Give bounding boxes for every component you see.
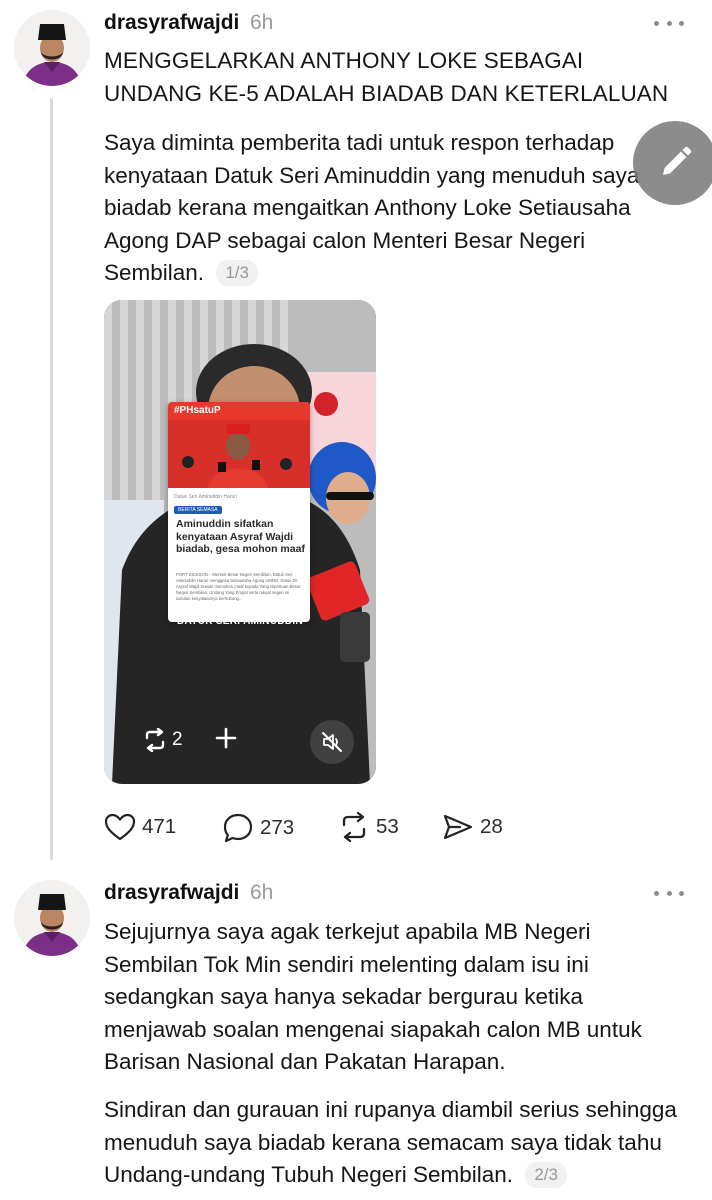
video-repost-count: 2 (172, 729, 183, 750)
heart-icon (104, 813, 136, 841)
news-article-card: #PHsatuP Datuk Seri Aminuddin Harun BERI… (168, 402, 310, 622)
repost-arrows-icon (145, 728, 165, 752)
article-meta: Datuk Seri Aminuddin Harun (174, 494, 238, 500)
speaker-muted-icon (322, 732, 342, 752)
article-photo: #PHsatuP (168, 402, 310, 488)
speech-bubble-icon (223, 813, 253, 843)
page-indicator: 1/3 (216, 260, 258, 286)
avatar[interactable] (14, 880, 90, 956)
post-time: 6h (250, 881, 274, 904)
more-horizontal-icon[interactable] (654, 888, 684, 898)
page-indicator: 2/3 (525, 1162, 567, 1188)
like-button[interactable]: 471 (104, 812, 176, 842)
repost-count: 53 (376, 815, 399, 838)
pencil-icon (663, 146, 692, 175)
article-title: Aminuddin sifatkan kenyataan Asyraf Wajd… (176, 518, 305, 555)
repost-button[interactable]: 53 (338, 812, 399, 842)
article-tag: BERITA SEMASA (174, 506, 222, 514)
paper-plane-icon (443, 814, 473, 840)
article-photo-image (168, 420, 310, 488)
post-actions: 471 273 53 28 (104, 812, 664, 848)
repost-arrows-icon (342, 812, 366, 842)
thread-post: drasyrafwajdi 6h Sejujurnya saya agak te… (0, 866, 712, 1200)
plus-icon[interactable] (214, 726, 238, 755)
post-body-text: Saya diminta pemberita tadi untuk respon… (104, 130, 640, 285)
article-body: PORT DICKSON – Menteri Besar Negeri Semb… (176, 572, 301, 601)
mute-button[interactable] (310, 720, 354, 764)
reply-button[interactable]: 273 (222, 812, 294, 844)
post-body-paragraph: Sindiran dan gurauan ini rupanya diambil… (104, 1094, 684, 1192)
username[interactable]: drasyrafwajdi (104, 11, 239, 35)
reply-count: 273 (260, 816, 295, 839)
post-body-text: Sindiran dan gurauan ini rupanya diambil… (104, 1097, 677, 1187)
post-body: Saya diminta pemberita tadi untuk respon… (104, 127, 684, 290)
avatar[interactable] (14, 10, 90, 86)
post-body-paragraph: Sejujurnya saya agak terkejut apabila MB… (104, 919, 642, 1074)
video-caption: DATUK SERI AMINUDDIN (177, 616, 303, 627)
video-controls: 2 (104, 720, 376, 764)
like-count: 471 (142, 815, 177, 838)
share-button[interactable]: 28 (442, 812, 503, 842)
share-count: 28 (480, 815, 503, 838)
compose-button[interactable] (633, 121, 712, 205)
post-video[interactable]: #PHsatuP Datuk Seri Aminuddin Harun BERI… (104, 300, 376, 784)
post-headline: MENGGELARKAN ANTHONY LOKE SEBAGAI UNDANG… (104, 48, 669, 106)
profile-photo (14, 880, 90, 956)
profile-photo (14, 10, 90, 86)
post-time: 6h (250, 11, 274, 34)
thread-post: drasyrafwajdi 6h MENGGELARKAN ANTHONY LO… (0, 0, 712, 866)
username[interactable]: drasyrafwajdi (104, 881, 239, 905)
video-repost-button[interactable]: 2 (142, 728, 183, 752)
thread-line (50, 98, 53, 860)
more-horizontal-icon[interactable] (654, 18, 684, 28)
